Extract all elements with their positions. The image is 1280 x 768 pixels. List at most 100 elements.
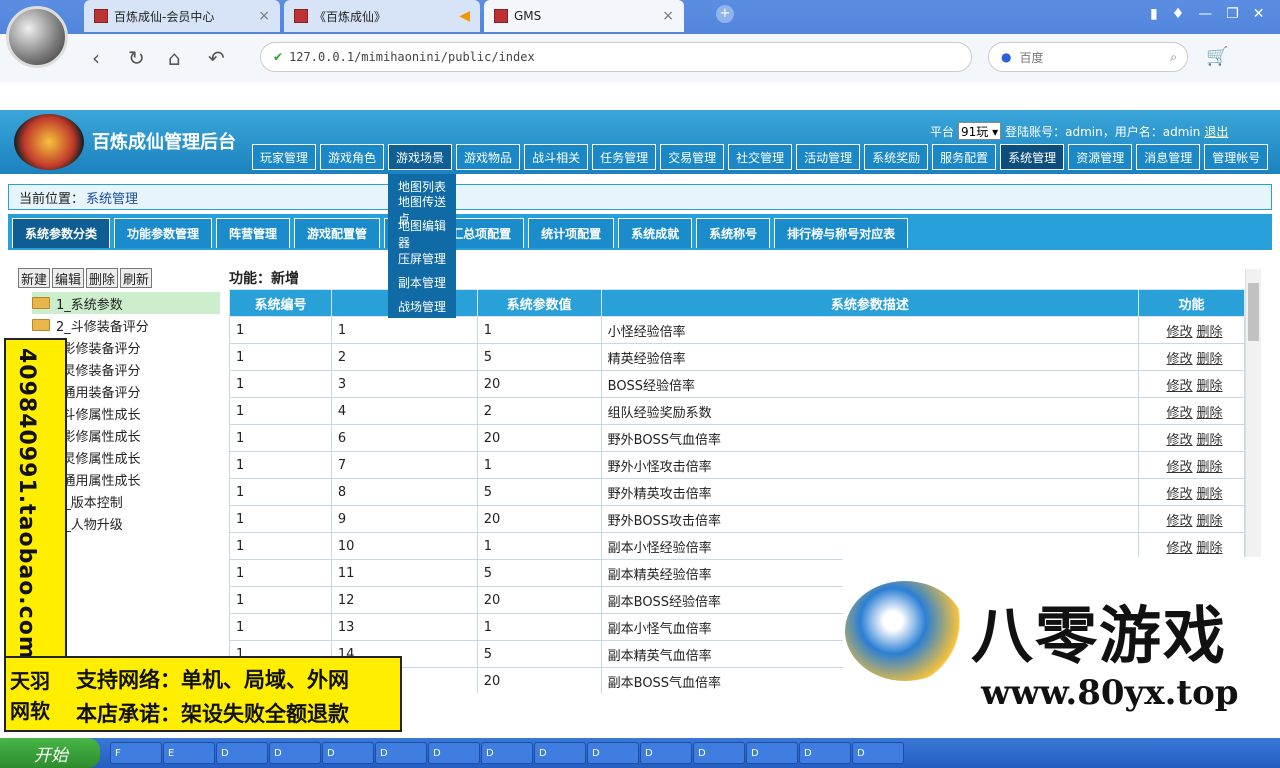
tree-action-button[interactable]: 新建	[18, 268, 51, 288]
delete-link[interactable]: 删除	[1197, 541, 1223, 556]
menu-item[interactable]: 战斗相关	[524, 144, 589, 170]
delete-link[interactable]: 删除	[1197, 325, 1223, 340]
start-button[interactable]: 开始	[0, 738, 100, 768]
taskbar-item[interactable]: E	[163, 742, 215, 764]
platform-select[interactable]: 91玩 ▾	[958, 122, 1002, 140]
delete-link[interactable]: 删除	[1197, 514, 1223, 529]
home-icon[interactable]: ⌂	[168, 46, 181, 70]
tree-toolbar: 新建 编辑 删除 刷新	[18, 268, 153, 288]
logout-link[interactable]: 退出	[1204, 123, 1228, 140]
cart-icon[interactable]: 🛒	[1206, 46, 1228, 67]
menu-item[interactable]: 系统管理	[1000, 144, 1065, 170]
delete-link[interactable]: 删除	[1197, 379, 1223, 394]
delete-link[interactable]: 删除	[1197, 487, 1223, 502]
sub-tab[interactable]: 阵营管理	[216, 218, 291, 248]
browser-tab-2[interactable]: 《百炼成仙》 ◀	[284, 0, 480, 32]
taskbar-item[interactable]: D	[852, 742, 904, 764]
secure-check-icon: ✔	[273, 50, 284, 64]
menu-item[interactable]: 玩家管理	[252, 144, 317, 170]
search-icon[interactable]: ⌕	[1170, 50, 1177, 65]
menu-item[interactable]: 管理帐号	[1204, 144, 1269, 170]
sub-tab[interactable]: 系统成就	[618, 218, 693, 248]
menu-item[interactable]: 消息管理	[1136, 144, 1201, 170]
location-value[interactable]: 系统管理	[86, 188, 138, 207]
window-controls[interactable]: ▮♦—❐✕	[1150, 6, 1279, 22]
taskbar-item[interactable]: D	[269, 742, 321, 764]
new-tab-icon[interactable]: +	[716, 5, 734, 23]
sub-tab[interactable]: 系统称号	[696, 218, 771, 248]
tree-node-label: 2_斗修装备评分	[56, 319, 149, 335]
tree-node-label: _影修属性成长	[56, 429, 141, 445]
edit-link[interactable]: 修改	[1167, 325, 1193, 340]
edit-link[interactable]: 修改	[1167, 433, 1193, 448]
dropdown-item[interactable]: 副本管理	[388, 270, 456, 294]
address-bar[interactable]: ✔ 127.0.0.1/mimihaonini/public/index	[260, 42, 972, 72]
table-cell: 20	[476, 370, 602, 398]
menu-item[interactable]: 游戏场景	[388, 144, 453, 170]
browser-tab-1[interactable]: 百炼成仙-会员中心 ×	[84, 0, 280, 32]
scrollbar-thumb[interactable]	[1248, 283, 1259, 341]
sub-tab[interactable]: 功能参数管理	[114, 218, 213, 248]
edit-link[interactable]: 修改	[1167, 541, 1193, 556]
sub-tab[interactable]: 排行榜与称号对应表	[774, 218, 909, 248]
taskbar-item[interactable]: F	[110, 742, 162, 764]
close-icon[interactable]: ×	[662, 8, 674, 24]
dropdown-item[interactable]: 战场管理	[388, 294, 456, 318]
taskbar-item[interactable]: D	[428, 742, 480, 764]
dropdown-item[interactable]: 压屏管理	[388, 246, 456, 270]
tree-action-button[interactable]: 刷新	[120, 268, 153, 288]
back-icon[interactable]: ‹	[92, 46, 100, 70]
taskbar-item[interactable]: D	[481, 742, 533, 764]
taskbar-item[interactable]: D	[799, 742, 851, 764]
app-title: 百炼成仙管理后台	[92, 132, 236, 153]
menu-item[interactable]: 活动管理	[796, 144, 861, 170]
sub-tab[interactable]: 统计项配置	[528, 218, 615, 248]
delete-link[interactable]: 删除	[1197, 406, 1223, 421]
tree-node-label: 1_系统参数	[56, 297, 123, 313]
edit-link[interactable]: 修改	[1167, 514, 1193, 529]
menu-item[interactable]: 游戏物品	[456, 144, 521, 170]
menu-item[interactable]: 任务管理	[592, 144, 657, 170]
taskbar-item[interactable]: D	[322, 742, 374, 764]
table-cell: 20	[476, 667, 602, 693]
menu-item[interactable]: 资源管理	[1068, 144, 1133, 170]
sub-tab[interactable]: 游戏配置管	[294, 218, 381, 248]
tree-action-button[interactable]: 删除	[86, 268, 119, 288]
refresh-icon[interactable]: ↻	[128, 46, 145, 70]
sub-tab[interactable]: 系统参数分类	[12, 218, 111, 248]
dropdown-item[interactable]: 地图编辑器	[388, 219, 456, 250]
delete-link[interactable]: 删除	[1197, 433, 1223, 448]
baidu-icon: ●	[1001, 50, 1012, 64]
taskbar-item[interactable]: D	[587, 742, 639, 764]
taskbar-item[interactable]: D	[640, 742, 692, 764]
taskbar-item[interactable]: D	[375, 742, 427, 764]
tree-node[interactable]: 1_系统参数	[32, 292, 220, 314]
tree-action-button[interactable]: 编辑	[52, 268, 85, 288]
delete-link[interactable]: 删除	[1197, 460, 1223, 475]
edit-link[interactable]: 修改	[1167, 352, 1193, 367]
edit-link[interactable]: 修改	[1167, 460, 1193, 475]
menu-item[interactable]: 交易管理	[660, 144, 725, 170]
edit-link[interactable]: 修改	[1167, 487, 1193, 502]
scene-dropdown-menu: 地图列表 地图传送点 地图编辑器 压屏管理 副本管理 战场管理	[388, 174, 456, 318]
menu-item[interactable]: 系统奖励	[864, 144, 929, 170]
edit-link[interactable]: 修改	[1167, 379, 1193, 394]
tree-node[interactable]: 2_斗修装备评分	[32, 314, 220, 336]
close-icon[interactable]: ×	[258, 8, 270, 24]
menu-item[interactable]: 服务配置	[932, 144, 997, 170]
ad-line-2: 本店承诺：架设失败全额退款	[76, 702, 349, 726]
taskbar-item-label: D	[433, 747, 441, 759]
taskbar-item[interactable]: D	[746, 742, 798, 764]
menu-item[interactable]: 游戏角色	[320, 144, 385, 170]
taskbar-item[interactable]: D	[693, 742, 745, 764]
taskbar-item[interactable]: D	[216, 742, 268, 764]
taskbar-item[interactable]: D	[534, 742, 586, 764]
delete-link[interactable]: 删除	[1197, 352, 1223, 367]
edit-link[interactable]: 修改	[1167, 406, 1193, 421]
menu-item[interactable]: 社交管理	[728, 144, 793, 170]
function-title: 功能：新增	[229, 271, 299, 287]
undo-icon[interactable]: ↶	[208, 46, 225, 70]
row-actions: 修改删除	[1138, 370, 1245, 398]
search-box[interactable]: ● 百度 ⌕	[988, 42, 1188, 72]
browser-tab-3[interactable]: GMS ×	[484, 0, 684, 32]
